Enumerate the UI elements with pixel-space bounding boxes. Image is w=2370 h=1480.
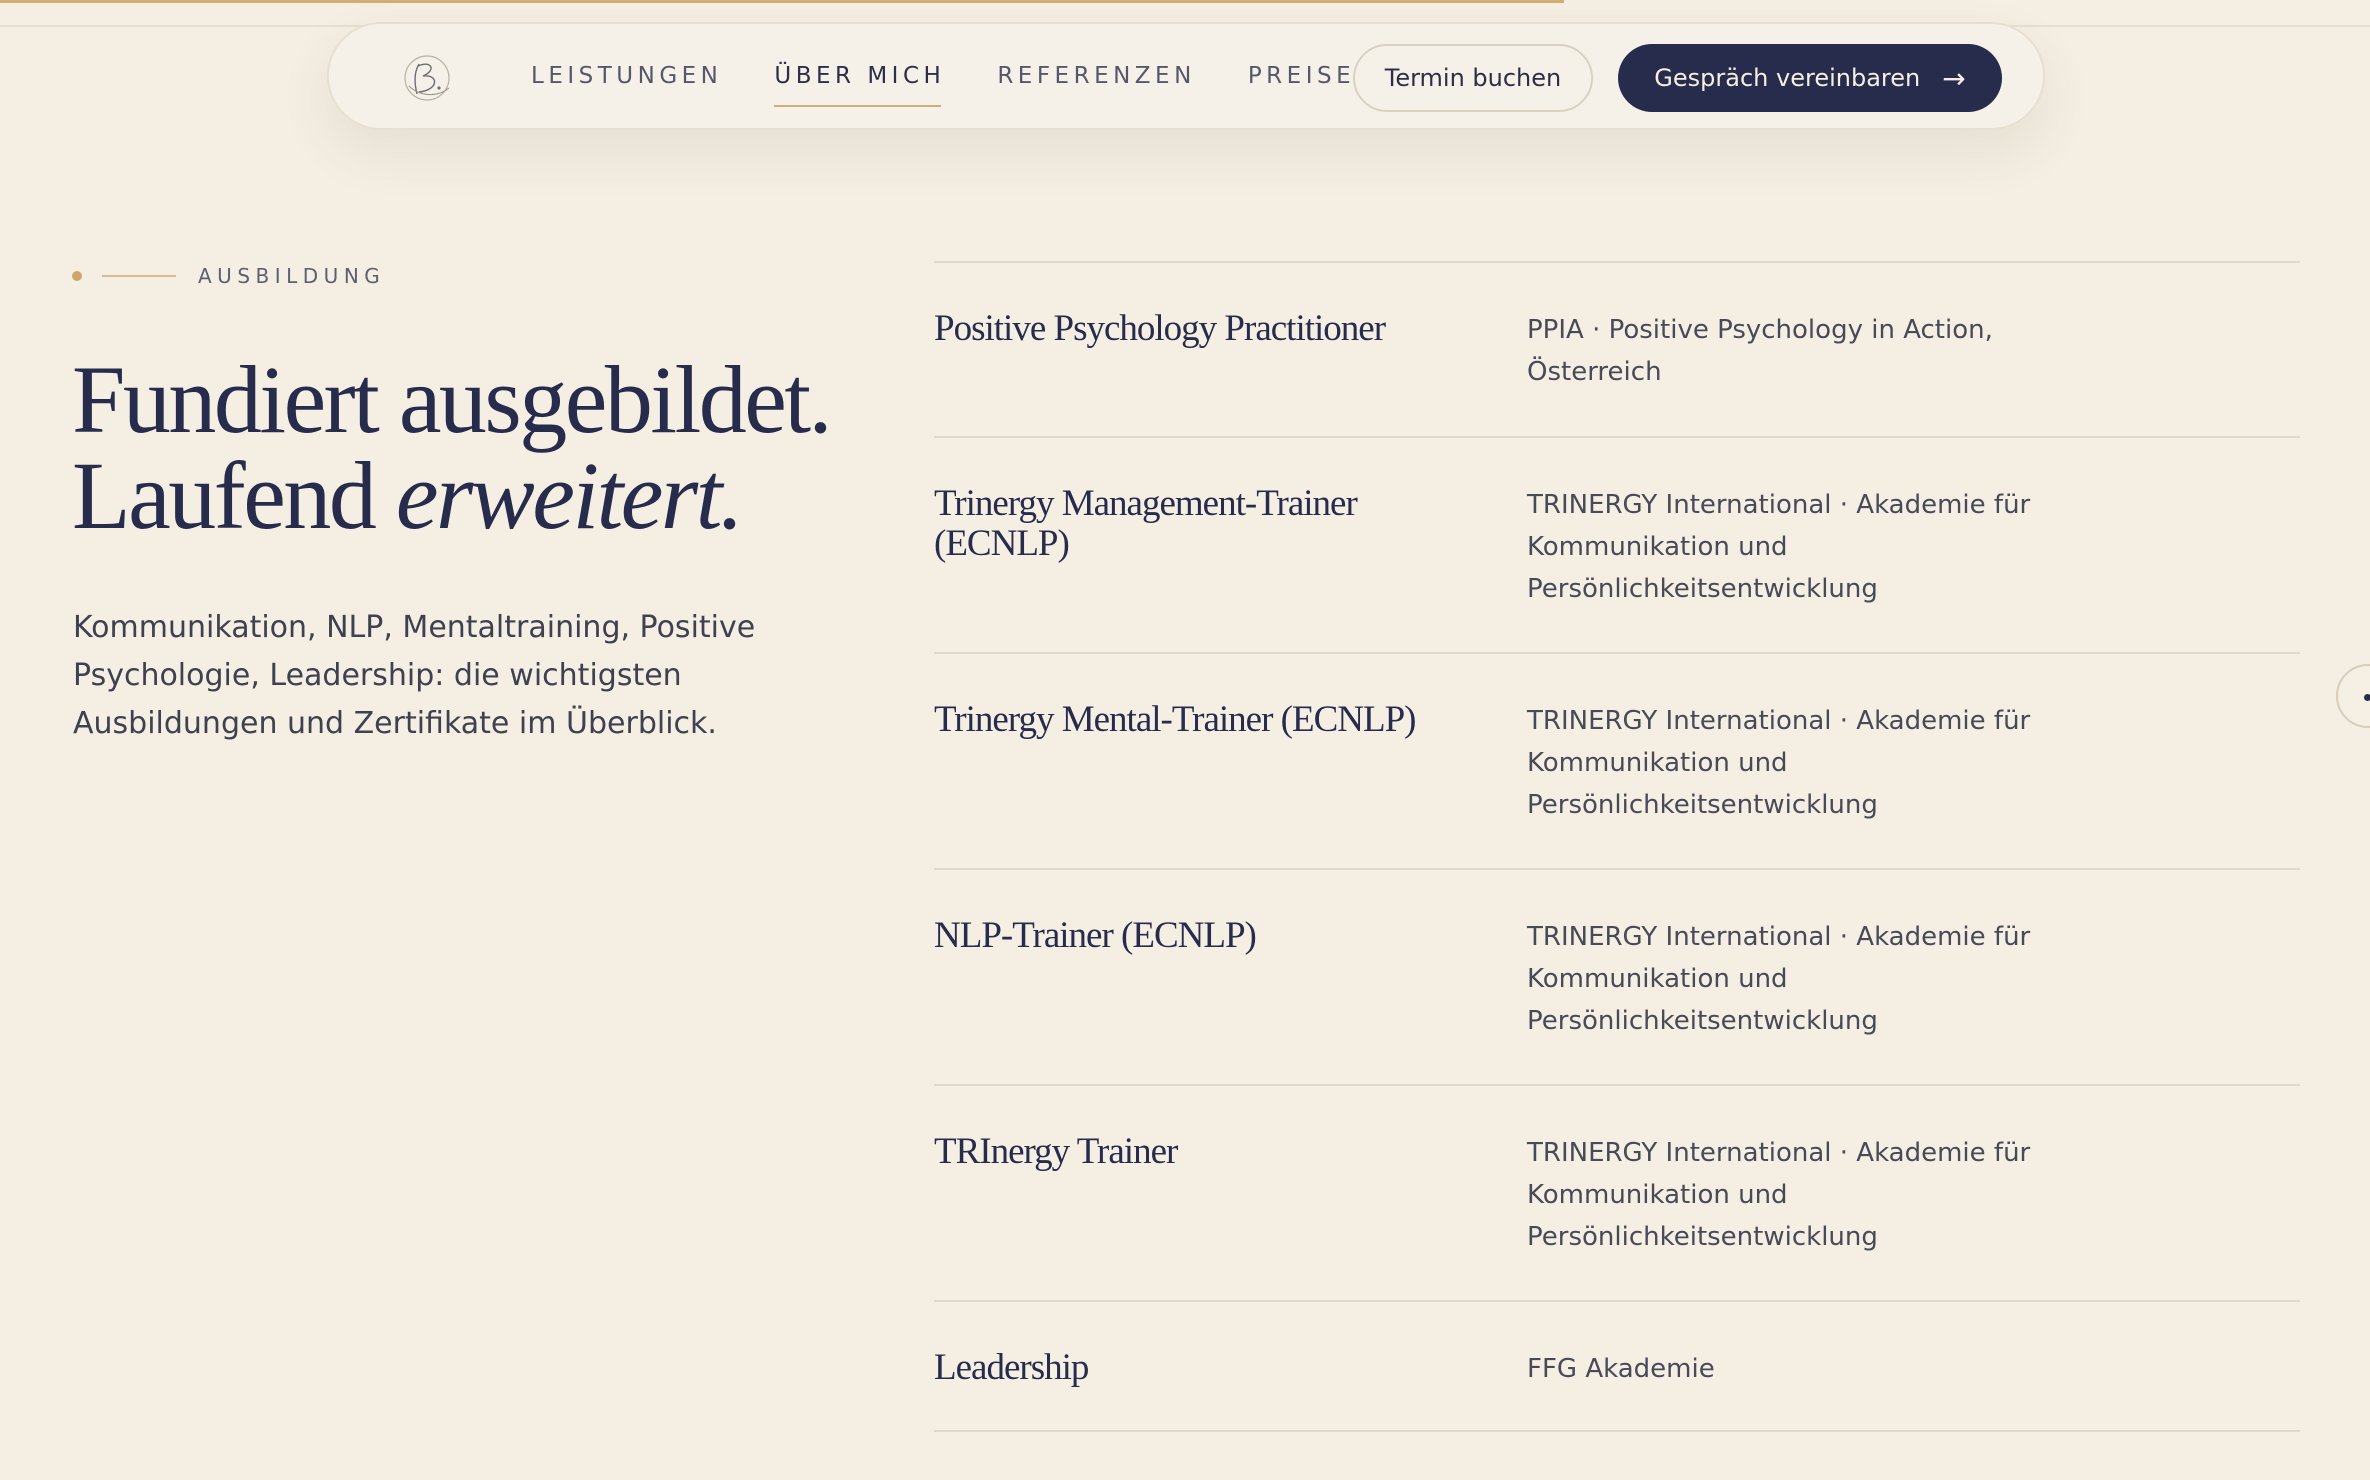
education-title: Trinergy Management-Trainer (ECNLP) xyxy=(934,483,1358,564)
page: LEISTUNGEN ÜBER MICH REFERENZEN PREISE T… xyxy=(0,0,2370,1480)
headline-line-2-italic: erweitert. xyxy=(395,442,744,549)
headline-line-2: Laufend erweitert. xyxy=(72,448,872,544)
education-institution: TRINERGY International · Akademie für Ko… xyxy=(1527,922,2031,1036)
eyebrow-label: AUSBILDUNG xyxy=(198,264,386,288)
main-navigation: LEISTUNGEN ÜBER MICH REFERENZEN PREISE T… xyxy=(327,22,2045,130)
education-row: NLP-Trainer (ECNLP) TRINERGY Internationa… xyxy=(934,868,2300,1084)
education-row: Trinergy Mental-Trainer (ECNLP) TRINERGY … xyxy=(934,652,2300,868)
scroll-progress-fill xyxy=(0,0,1565,3)
book-appointment-button[interactable]: Termin buchen xyxy=(1353,44,1593,112)
eyebrow-dot xyxy=(72,271,82,281)
education-title: NLP-Trainer (ECNLP) xyxy=(934,915,1257,956)
nav-link-leistungen[interactable]: LEISTUNGEN xyxy=(531,63,722,89)
education-title: Leadership xyxy=(934,1347,1089,1388)
dot-icon xyxy=(2364,694,2370,701)
education-row: TRInergy Trainer TRINERGY International ·… xyxy=(934,1084,2300,1300)
logo[interactable] xyxy=(399,52,455,104)
education-row: Positive Psychology Practitioner PPIA · P… xyxy=(934,261,2300,436)
scroll-progress-bar xyxy=(0,0,2370,3)
section-eyebrow: AUSBILDUNG xyxy=(72,264,385,288)
education-row: Leadership FFG Akademie xyxy=(934,1300,2300,1432)
book-appointment-label: Termin buchen xyxy=(1384,64,1562,92)
headline-line-1: Fundiert ausgebildet. xyxy=(72,346,833,453)
schedule-call-label: Gespräch vereinbaren xyxy=(1654,64,1921,92)
education-title: Positive Psychology Practitioner xyxy=(934,308,1386,349)
headline-line-2-plain: Laufend xyxy=(72,442,396,549)
nav-link-ueber-mich[interactable]: ÜBER MICH xyxy=(774,63,945,107)
education-institution: TRINERGY International · Akademie für Ko… xyxy=(1527,490,2031,604)
education-institution: FFG Akademie xyxy=(1527,1354,1715,1384)
nav-link-preise[interactable]: PREISE xyxy=(1248,63,1355,89)
section-lead-text: Kommunikation, NLP, Mentaltraining, Posi… xyxy=(73,610,756,741)
arrow-right-icon: → xyxy=(1942,61,1966,95)
eyebrow-line xyxy=(102,275,176,277)
section-headline: Fundiert ausgebildet. Laufend erweitert. xyxy=(72,352,872,544)
education-title: Trinergy Mental-Trainer (ECNLP) xyxy=(934,699,1417,740)
education-list: Positive Psychology Practitioner PPIA · P… xyxy=(934,261,2300,1432)
education-institution: TRINERGY International · Akademie für Ko… xyxy=(1527,706,2031,820)
nav-links: LEISTUNGEN ÜBER MICH REFERENZEN PREISE xyxy=(531,24,1407,128)
nav-link-referenzen[interactable]: REFERENZEN xyxy=(997,63,1196,89)
education-row: Trinergy Management-Trainer (ECNLP) TRINE… xyxy=(934,436,2300,652)
script-b-monogram-icon xyxy=(404,55,450,101)
side-scroll-button[interactable] xyxy=(2336,664,2370,728)
education-institution: TRINERGY International · Akademie für Ko… xyxy=(1527,1138,2031,1252)
education-institution: PPIA · Positive Psychology in Action, Ös… xyxy=(1527,315,1993,387)
education-title: TRInergy Trainer xyxy=(934,1131,1178,1172)
schedule-call-button[interactable]: Gespräch vereinbaren → xyxy=(1618,44,2002,112)
